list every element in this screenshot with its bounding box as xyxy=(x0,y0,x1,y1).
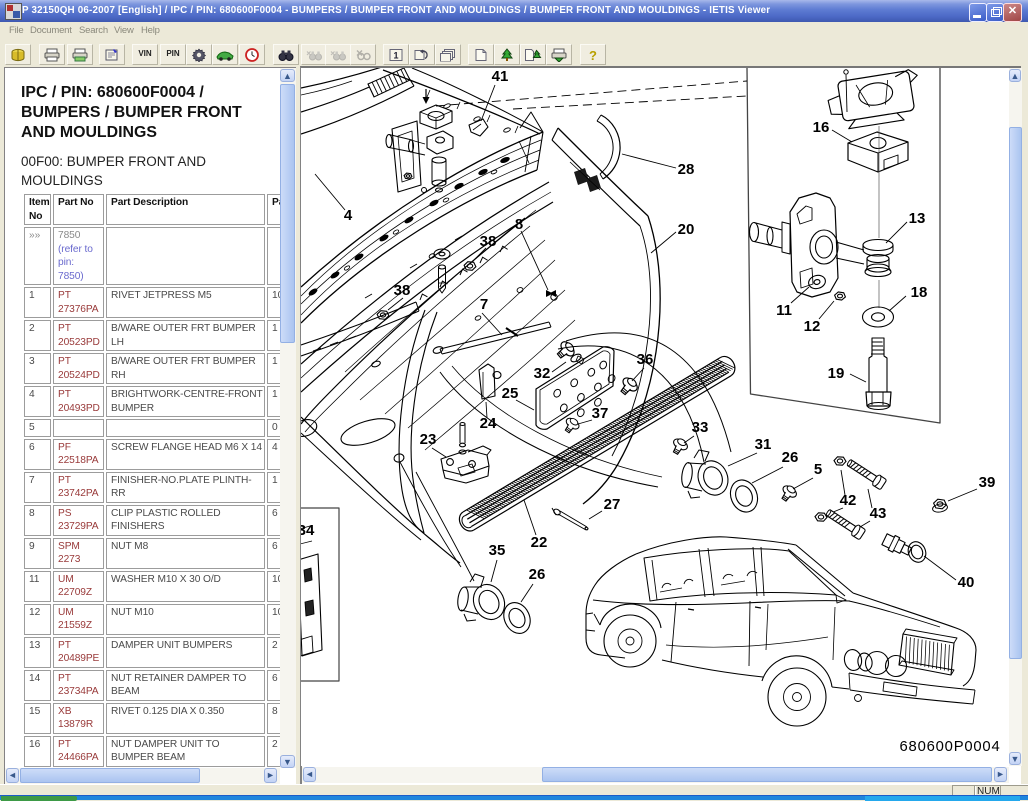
svg-text:20: 20 xyxy=(678,221,695,238)
svg-text:26: 26 xyxy=(782,449,799,466)
svg-text:39: 39 xyxy=(979,474,996,491)
svg-text:26: 26 xyxy=(529,566,546,583)
svg-text:23: 23 xyxy=(420,431,437,448)
svg-text:13: 13 xyxy=(909,210,926,227)
svg-text:16: 16 xyxy=(813,119,830,136)
svg-text:5: 5 xyxy=(814,461,822,478)
svg-text:680600P0004: 680600P0004 xyxy=(900,739,1001,755)
svg-text:1: 1 xyxy=(393,50,398,60)
svg-text:35: 35 xyxy=(489,542,506,559)
svg-text:18: 18 xyxy=(911,284,928,301)
svg-text:33: 33 xyxy=(692,419,709,436)
svg-text:7: 7 xyxy=(480,296,488,313)
svg-text:?: ? xyxy=(589,48,597,62)
svg-text:27: 27 xyxy=(604,496,621,513)
svg-text:42: 42 xyxy=(840,492,857,509)
svg-text:34: 34 xyxy=(301,522,315,539)
svg-text:40: 40 xyxy=(958,574,975,591)
svg-text:41: 41 xyxy=(492,68,509,85)
svg-text:8: 8 xyxy=(515,216,523,233)
svg-text:19: 19 xyxy=(828,365,845,382)
svg-text:32: 32 xyxy=(534,365,551,382)
svg-text:22: 22 xyxy=(531,534,548,551)
svg-text:31: 31 xyxy=(755,436,772,453)
svg-text:12: 12 xyxy=(804,318,821,335)
svg-text:37: 37 xyxy=(592,405,609,422)
svg-text:28: 28 xyxy=(678,161,695,178)
svg-text:11: 11 xyxy=(776,302,792,319)
svg-text:25: 25 xyxy=(502,385,519,402)
